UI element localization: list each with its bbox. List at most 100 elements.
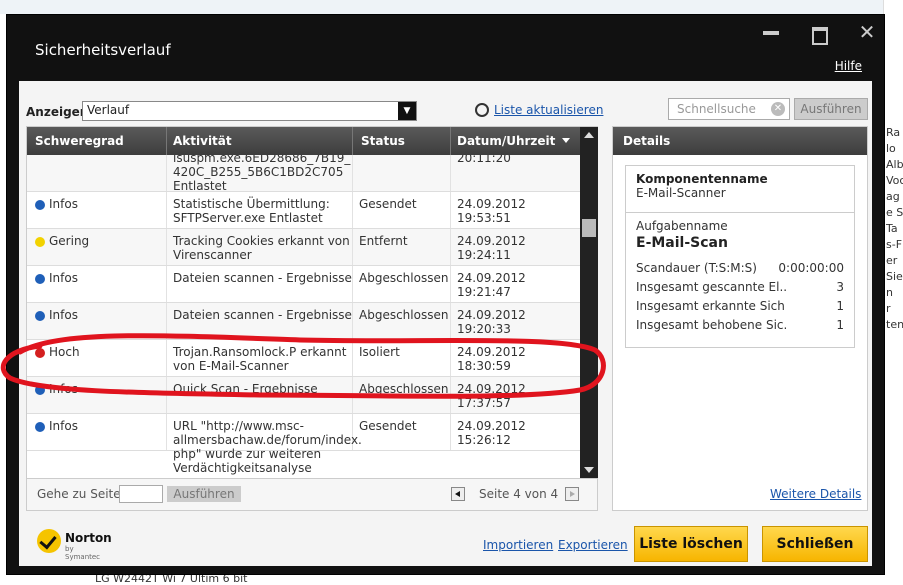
task-value: E-Mail-Scan bbox=[636, 235, 728, 251]
status-cell: Abgeschlossen bbox=[359, 382, 449, 396]
prev-page-icon[interactable] bbox=[451, 487, 465, 501]
scroll-thumb[interactable] bbox=[582, 219, 596, 237]
severity-cell: Hoch bbox=[35, 345, 80, 359]
severity-cell: Gering bbox=[35, 234, 89, 248]
goto-page-input[interactable] bbox=[119, 485, 163, 503]
table-row[interactable]: Gering Tracking Cookies erkannt von Viren… bbox=[27, 229, 580, 266]
severity-dot-icon bbox=[35, 200, 45, 210]
table-row[interactable]: isuspm.exe.6ED28686_7B19_ 420C_B255_5B6C… bbox=[27, 155, 580, 193]
table-row[interactable]: Infos Statistische Übermittlung: SFTPServ… bbox=[27, 192, 580, 229]
activity-cell: URL "http://www.msc- allmersbachaw.de/fo… bbox=[173, 419, 362, 475]
severity-dot-icon bbox=[35, 274, 45, 284]
scroll-up-icon[interactable] bbox=[584, 132, 594, 138]
datetime-cell: 24.09.2012 18:30:59 bbox=[457, 345, 526, 373]
datetime-cell: 24.09.2012 19:20:33 bbox=[457, 308, 526, 336]
activity-cell: Dateien scannen - Ergebnisse bbox=[173, 308, 352, 322]
activity-cell: Trojan.Ransomlock.P erkannt von E-Mail-S… bbox=[173, 345, 347, 373]
stat-line: Insgesamt behobene Sic... 1 bbox=[636, 318, 844, 332]
maximize-button[interactable] bbox=[807, 23, 831, 45]
page-indicator: Seite 4 von 4 bbox=[479, 487, 559, 501]
background-text-fragment: lo bbox=[886, 142, 896, 155]
chevron-down-icon[interactable]: ▼ bbox=[398, 102, 416, 120]
status-cell: Abgeschlossen bbox=[359, 271, 449, 285]
table-row[interactable]: Infos URL "http://www.msc- allmersbachaw.… bbox=[27, 414, 580, 475]
severity-dot-icon bbox=[35, 422, 45, 432]
col-datetime[interactable]: Datum/Uhrzeit bbox=[457, 134, 555, 148]
norton-sub: by Symantec bbox=[65, 545, 101, 561]
background-text-fragment: e Sie bbox=[886, 206, 903, 219]
stat-line: Scandauer (T:S:M:S) 0:00:00:00 bbox=[636, 261, 844, 275]
table-header: Schweregrad Aktivität Status Datum/Uhrze… bbox=[27, 127, 580, 155]
background-text-fragment: Ra bbox=[886, 126, 901, 139]
table-row[interactable]: Infos Dateien scannen - Ergebnisse Abgesch… bbox=[27, 303, 580, 340]
stat-line: Insgesamt erkannte Sich... 1 bbox=[636, 299, 844, 313]
background-text-fragment: Ta bbox=[886, 222, 898, 235]
pager: Gehe zu Seite: Ausführen Seite 4 von 4 bbox=[27, 478, 597, 510]
table-scrollbar[interactable] bbox=[580, 127, 598, 478]
norton-brand: Norton bbox=[65, 531, 112, 545]
component-value: E-Mail-Scanner bbox=[636, 186, 726, 200]
quick-search-placeholder: Schnellsuche bbox=[677, 102, 756, 116]
status-cell: Entfernt bbox=[359, 234, 408, 248]
search-run-button[interactable]: Ausführen bbox=[794, 98, 868, 120]
scroll-down-icon[interactable] bbox=[584, 467, 594, 473]
background-text-fragment: s-F bbox=[886, 238, 903, 251]
status-cell: Gesendet bbox=[359, 197, 417, 211]
background-text-fragment: Albe bbox=[886, 158, 903, 171]
component-label: Komponentenname bbox=[636, 172, 768, 186]
minimize-button[interactable] bbox=[759, 23, 783, 45]
severity-cell: Infos bbox=[35, 308, 78, 322]
datetime-cell: 24.09.2012 19:24:11 bbox=[457, 234, 526, 262]
status-cell: Abgeschlossen bbox=[359, 308, 449, 322]
component-box: Komponentenname E-Mail-Scanner bbox=[625, 165, 855, 213]
quick-search-input[interactable]: Schnellsuche ✕ bbox=[668, 98, 790, 120]
next-page-icon[interactable] bbox=[565, 487, 579, 501]
table-row[interactable]: Hoch Trojan.Ransomlock.P erkannt von E-Ma… bbox=[27, 340, 580, 377]
import-link[interactable]: Importieren bbox=[483, 538, 553, 552]
clear-list-button[interactable]: Liste löschen bbox=[634, 526, 748, 562]
view-select[interactable]: Verlauf ▼ bbox=[82, 101, 417, 121]
window-title: Sicherheitsverlauf bbox=[35, 41, 171, 59]
sort-desc-icon[interactable] bbox=[562, 138, 570, 143]
activity-cell: Quick Scan - Ergebnisse bbox=[173, 382, 318, 396]
refresh-list-link[interactable]: Liste aktualisieren bbox=[494, 103, 603, 117]
activity-cell: Dateien scannen - Ergebnisse bbox=[173, 271, 352, 285]
col-status[interactable]: Status bbox=[361, 134, 405, 148]
col-activity[interactable]: Aktivität bbox=[173, 134, 232, 148]
more-details-link[interactable]: Weitere Details bbox=[770, 487, 861, 501]
severity-dot-icon bbox=[35, 311, 45, 321]
title-bar: Sicherheitsverlauf ✕ Hilfe bbox=[7, 15, 884, 83]
background-text-fragment: ag bbox=[886, 190, 900, 203]
activity-cell: Tracking Cookies erkannt von Virenscanne… bbox=[173, 234, 350, 262]
activity-cell: Statistische Übermittlung: SFTPServer.ex… bbox=[173, 197, 330, 225]
table-row[interactable]: Infos Dateien scannen - Ergebnisse Abgesch… bbox=[27, 266, 580, 303]
background-text-fragment: er bbox=[886, 254, 898, 267]
datetime-cell: 24.09.2012 19:53:51 bbox=[457, 197, 526, 225]
severity-cell: Infos bbox=[35, 382, 78, 396]
status-cell: Gesendet bbox=[359, 419, 417, 433]
help-link[interactable]: Hilfe bbox=[835, 59, 862, 73]
datetime-cell: 24.09.2012 15:26:12 bbox=[457, 419, 526, 447]
refresh-icon[interactable] bbox=[475, 103, 489, 117]
export-link[interactable]: Exportieren bbox=[558, 538, 628, 552]
close-icon[interactable]: ✕ bbox=[855, 22, 879, 45]
task-box: Aufgabenname E-Mail-Scan Scandauer (T:S:… bbox=[625, 213, 855, 348]
datetime-cell: 24.09.2012 17:37:57 bbox=[457, 382, 526, 410]
severity-dot-icon bbox=[35, 348, 45, 358]
background-page-top bbox=[0, 0, 903, 14]
clear-icon[interactable]: ✕ bbox=[771, 102, 785, 116]
security-history-dialog: Sicherheitsverlauf ✕ Hilfe Anzeigen Verl… bbox=[6, 14, 885, 575]
norton-check-icon bbox=[37, 529, 61, 553]
background-page-right: Ra lo Albe Voc ag e Sie Ta s-F er Sie nr ten bbox=[883, 0, 903, 585]
table-row[interactable]: Infos Quick Scan - Ergebnisse Abgeschlosse… bbox=[27, 377, 580, 414]
table-body: isuspm.exe.6ED28686_7B19_ 420C_B255_5B6C… bbox=[27, 155, 580, 478]
severity-cell: Infos bbox=[35, 271, 78, 285]
severity-dot-icon bbox=[35, 385, 45, 395]
background-text-fragment: r bbox=[886, 302, 891, 315]
background-text-fragment: Sie bbox=[886, 270, 903, 283]
col-severity[interactable]: Schweregrad bbox=[35, 134, 124, 148]
view-select-value: Verlauf bbox=[87, 103, 130, 117]
goto-run-button[interactable]: Ausführen bbox=[167, 486, 241, 502]
goto-page-label: Gehe zu Seite: bbox=[37, 487, 125, 501]
close-button[interactable]: Schließen bbox=[762, 526, 868, 562]
